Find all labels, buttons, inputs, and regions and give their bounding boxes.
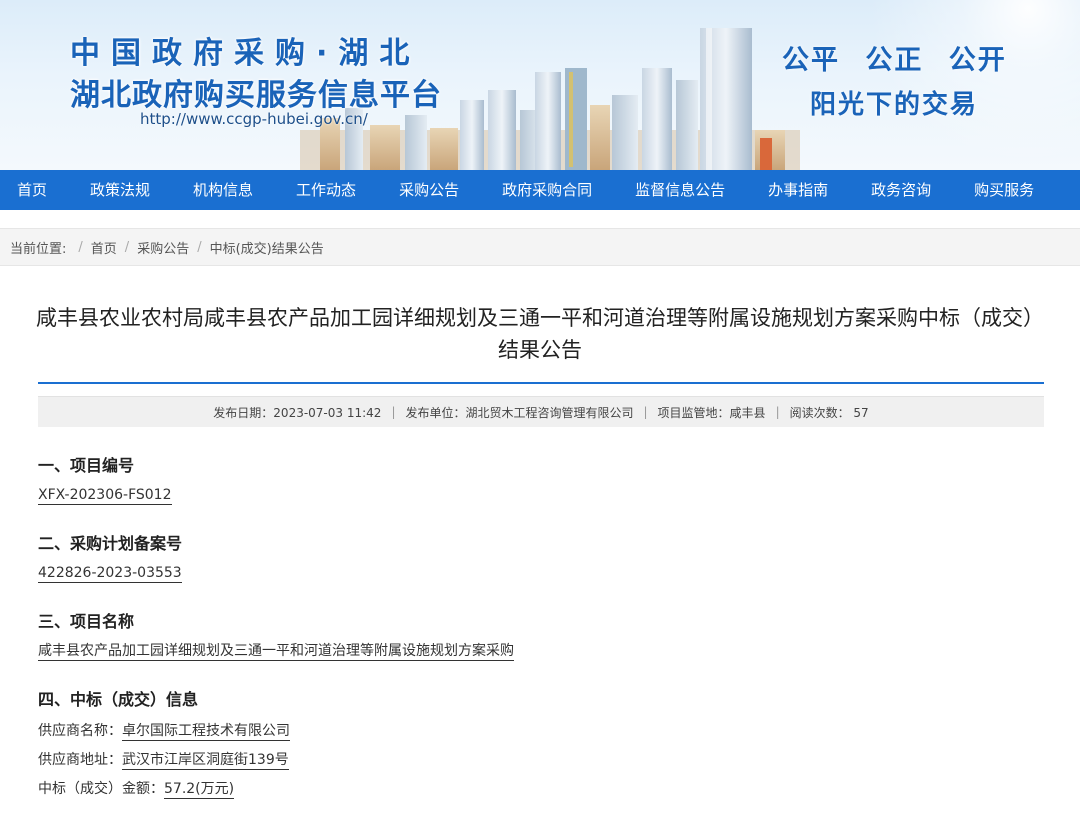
nav-agencies[interactable]: 机构信息: [193, 170, 253, 210]
section-project-number: 一、项目编号 XFX-202306-FS012: [38, 455, 1080, 505]
supervision-region: 项目监管地：咸丰县: [657, 405, 766, 420]
supplier-name: 卓尔国际工程技术有限公司: [122, 723, 290, 741]
award-amount-row: 中标（成交）金额：57.2(万元): [38, 779, 1080, 799]
section-award-info: 四、中标（成交）信息 供应商名称：卓尔国际工程技术有限公司 供应商地址：武汉市江…: [38, 689, 1080, 799]
nav-policies[interactable]: 政策法规: [90, 170, 150, 210]
page-title: 咸丰县农业农村局咸丰县农产品加工园详细规划及三通一平和河道治理等附属设施规划方案…: [36, 306, 1044, 362]
banner-subtitle: 湖北政府购买服务信息平台: [70, 78, 442, 113]
view-count: 阅读次数： 57: [789, 405, 869, 420]
section-heading: 一、项目编号: [38, 456, 135, 475]
breadcrumb-label: 当前位置:: [10, 241, 67, 257]
article-meta: 发布日期：2023-07-03 11:42 | 发布单位：湖北贸木工程咨询管理有…: [38, 396, 1044, 427]
breadcrumb-separator: /: [78, 239, 83, 255]
nav-home[interactable]: 首页: [17, 170, 47, 210]
supplier-address-label: 供应商地址：: [38, 752, 122, 768]
nav-contracts[interactable]: 政府采购合同: [502, 170, 592, 210]
breadcrumb-current: 中标(成交)结果公告: [209, 241, 324, 257]
plan-record-number: 422826-2023-03553: [38, 565, 182, 583]
meta-separator: |: [643, 405, 648, 419]
article: 咸丰县农业农村局咸丰县农产品加工园详细规划及三通一平和河道治理等附属设施规划方案…: [0, 302, 1080, 799]
slogan-fairness: 公平 公正 公开: [782, 45, 1007, 76]
breadcrumb-home[interactable]: 首页: [91, 238, 117, 257]
meta-separator: |: [775, 405, 780, 419]
breadcrumb-separator: /: [197, 239, 202, 255]
main-nav: 首页 政策法规 机构信息 工作动态 采购公告 政府采购合同 监督信息公告 办事指…: [0, 170, 1080, 210]
publisher: 发布单位：湖北贸木工程咨询管理有限公司: [405, 405, 634, 420]
section-heading: 四、中标（成交）信息: [38, 690, 199, 709]
supplier-address: 武汉市江岸区洞庭街139号: [122, 752, 289, 770]
section-heading: 三、项目名称: [38, 612, 135, 631]
publish-date: 发布日期：2023-07-03 11:42: [213, 405, 382, 420]
meta-separator: |: [391, 405, 396, 419]
supplier-name-row: 供应商名称：卓尔国际工程技术有限公司: [38, 721, 1080, 741]
nav-consulting[interactable]: 政务咨询: [871, 170, 931, 210]
banner-url: http://www.ccgp-hubei.gov.cn/: [140, 110, 368, 128]
nav-news[interactable]: 工作动态: [296, 170, 356, 210]
project-number: XFX-202306-FS012: [38, 487, 172, 505]
breadcrumb-procurement-notices[interactable]: 采购公告: [137, 238, 189, 257]
section-project-name: 三、项目名称 咸丰县农产品加工园详细规划及三通一平和河道治理等附属设施规划方案采…: [38, 611, 1080, 661]
nav-guide[interactable]: 办事指南: [768, 170, 828, 210]
supplier-address-row: 供应商地址：武汉市江岸区洞庭街139号: [38, 750, 1080, 770]
nav-procurement-notices[interactable]: 采购公告: [399, 170, 459, 210]
breadcrumb-separator: /: [124, 239, 130, 255]
project-name: 咸丰县农产品加工园详细规划及三通一平和河道治理等附属设施规划方案采购: [38, 643, 514, 661]
award-amount-label: 中标（成交）金额：: [38, 781, 164, 797]
site-banner: 中国政府采购·湖北 湖北政府购买服务信息平台 http://www.ccgp-h…: [0, 0, 1080, 170]
section-heading: 二、采购计划备案号: [38, 534, 183, 553]
title-divider: [38, 382, 1044, 384]
banner-title: 中国政府采购·湖北: [70, 36, 421, 71]
award-amount: 57.2(万元): [164, 781, 235, 799]
nav-purchase-services[interactable]: 购买服务: [974, 170, 1034, 210]
slogan-sunshine: 阳光下的交易: [810, 90, 979, 120]
nav-supervision[interactable]: 监督信息公告: [635, 170, 725, 210]
section-plan-number: 二、采购计划备案号 422826-2023-03553: [38, 533, 1080, 583]
supplier-name-label: 供应商名称：: [38, 723, 122, 739]
breadcrumb: 当前位置: / 首页 / 采购公告 / 中标(成交)结果公告: [0, 228, 1080, 266]
